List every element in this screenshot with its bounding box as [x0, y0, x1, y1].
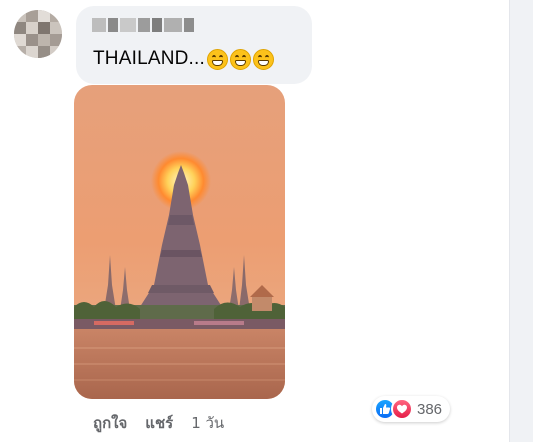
share-button[interactable]: แชร์	[145, 411, 173, 435]
comment-text-label: THAILAND...	[93, 48, 205, 69]
like-button[interactable]: ถูกใจ	[93, 411, 127, 435]
comment-text: THAILAND...	[93, 48, 274, 70]
scrollbar-track[interactable]	[509, 0, 533, 442]
avatar[interactable]	[14, 10, 62, 58]
grinning-emoji-icon	[230, 48, 251, 70]
comment-actions: ถูกใจ แชร์ 1 วัน	[93, 411, 224, 435]
comment-thread: THAILAND... ถูกใจ แชร์ 1 วัน 386	[0, 0, 533, 442]
grinning-emoji-icon	[253, 48, 274, 70]
reaction-count: 386	[417, 400, 443, 418]
author-name-blurred[interactable]	[92, 16, 194, 32]
reaction-summary[interactable]: 386	[372, 396, 451, 422]
timestamp[interactable]: 1 วัน	[191, 411, 224, 435]
grinning-emoji-icon	[207, 48, 228, 70]
love-reaction-icon	[391, 398, 413, 420]
comment-photo[interactable]	[74, 85, 285, 399]
temple-sunset-image	[74, 85, 285, 399]
